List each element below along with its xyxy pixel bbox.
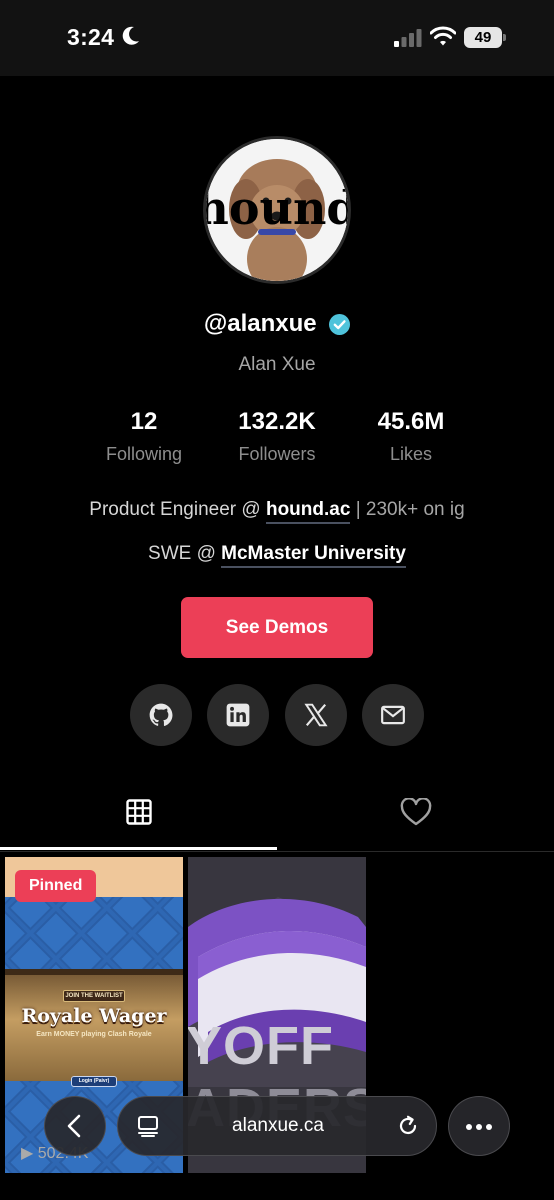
bio-line-2: SWE @ McMaster University xyxy=(0,543,554,568)
url-text[interactable]: alanxue.ca xyxy=(178,1097,378,1155)
bio-link-mcmaster[interactable]: McMaster University xyxy=(221,543,406,568)
bio-text: Product Engineer @ xyxy=(89,499,266,520)
status-time: 3:24 xyxy=(67,24,115,50)
bio-text-suffix: | 230k+ on ig xyxy=(350,499,465,520)
battery-indicator: 49 xyxy=(464,27,506,48)
stat-label: Followers xyxy=(238,444,316,464)
bio-link-hound[interactable]: hound.ac xyxy=(265,499,351,524)
signal-icon xyxy=(394,29,422,47)
video-login-label: Login (Paivr) xyxy=(71,1076,117,1087)
profile-handle: @alanxue xyxy=(203,310,317,337)
pinned-badge: Pinned xyxy=(15,870,97,902)
avatar-image: hound xyxy=(206,139,348,281)
stat-value: 12 xyxy=(130,408,158,435)
more-icon xyxy=(466,1124,492,1130)
address-bar[interactable]: alanxue.ca xyxy=(117,1096,437,1156)
github-button[interactable] xyxy=(130,684,192,746)
avatar[interactable]: hound xyxy=(203,136,351,284)
more-button[interactable] xyxy=(448,1096,510,1156)
stat-likes[interactable]: 45.6M Likes xyxy=(341,408,481,465)
chevron-left-icon xyxy=(67,1114,81,1138)
active-tab-indicator xyxy=(0,847,277,850)
video-title-top: YOFF xyxy=(188,1016,334,1076)
stat-followers[interactable]: 132.2K Followers xyxy=(207,408,347,465)
tab-liked[interactable] xyxy=(277,780,554,850)
tabs-icon[interactable] xyxy=(137,1115,159,1137)
grid-icon xyxy=(126,799,152,825)
linkedin-button[interactable] xyxy=(207,684,269,746)
avatar-logo-text: hound xyxy=(206,181,348,235)
battery-cap xyxy=(503,34,506,41)
display-name: Alan Xue xyxy=(238,354,316,375)
moon-icon xyxy=(122,26,139,45)
reload-icon[interactable] xyxy=(396,1114,420,1138)
email-button[interactable] xyxy=(362,684,424,746)
handle-row: @alanxue xyxy=(0,310,554,338)
x-button[interactable] xyxy=(285,684,347,746)
video-title: Royale Wager xyxy=(21,1005,167,1027)
back-button[interactable] xyxy=(44,1096,106,1156)
tab-videos[interactable] xyxy=(0,780,277,850)
heart-icon xyxy=(400,798,432,826)
stat-label: Likes xyxy=(389,444,433,464)
stat-value: 132.2K xyxy=(238,408,316,435)
tab-divider xyxy=(0,851,554,852)
verified-badge-icon xyxy=(329,313,351,335)
stat-following[interactable]: 12 Following xyxy=(74,408,214,465)
status-bar: 3:24 49 xyxy=(0,0,554,76)
see-demos-button[interactable]: See Demos xyxy=(181,597,373,658)
battery-level: 49 xyxy=(464,27,502,48)
waitlist-label: JOIN THE WAITLIST xyxy=(63,990,125,1002)
stat-value: 45.6M xyxy=(377,408,445,435)
wifi-icon xyxy=(430,26,456,46)
linkedin-icon xyxy=(226,703,250,727)
video-subtitle: Earn MONEY playing Clash Royale xyxy=(36,1031,152,1038)
bio-text: SWE @ xyxy=(148,543,222,564)
mail-icon xyxy=(381,705,405,725)
github-icon xyxy=(149,703,173,726)
stat-label: Following xyxy=(105,444,183,464)
x-icon xyxy=(304,703,328,727)
bio-line-1: Product Engineer @ hound.ac | 230k+ on i… xyxy=(0,499,554,524)
